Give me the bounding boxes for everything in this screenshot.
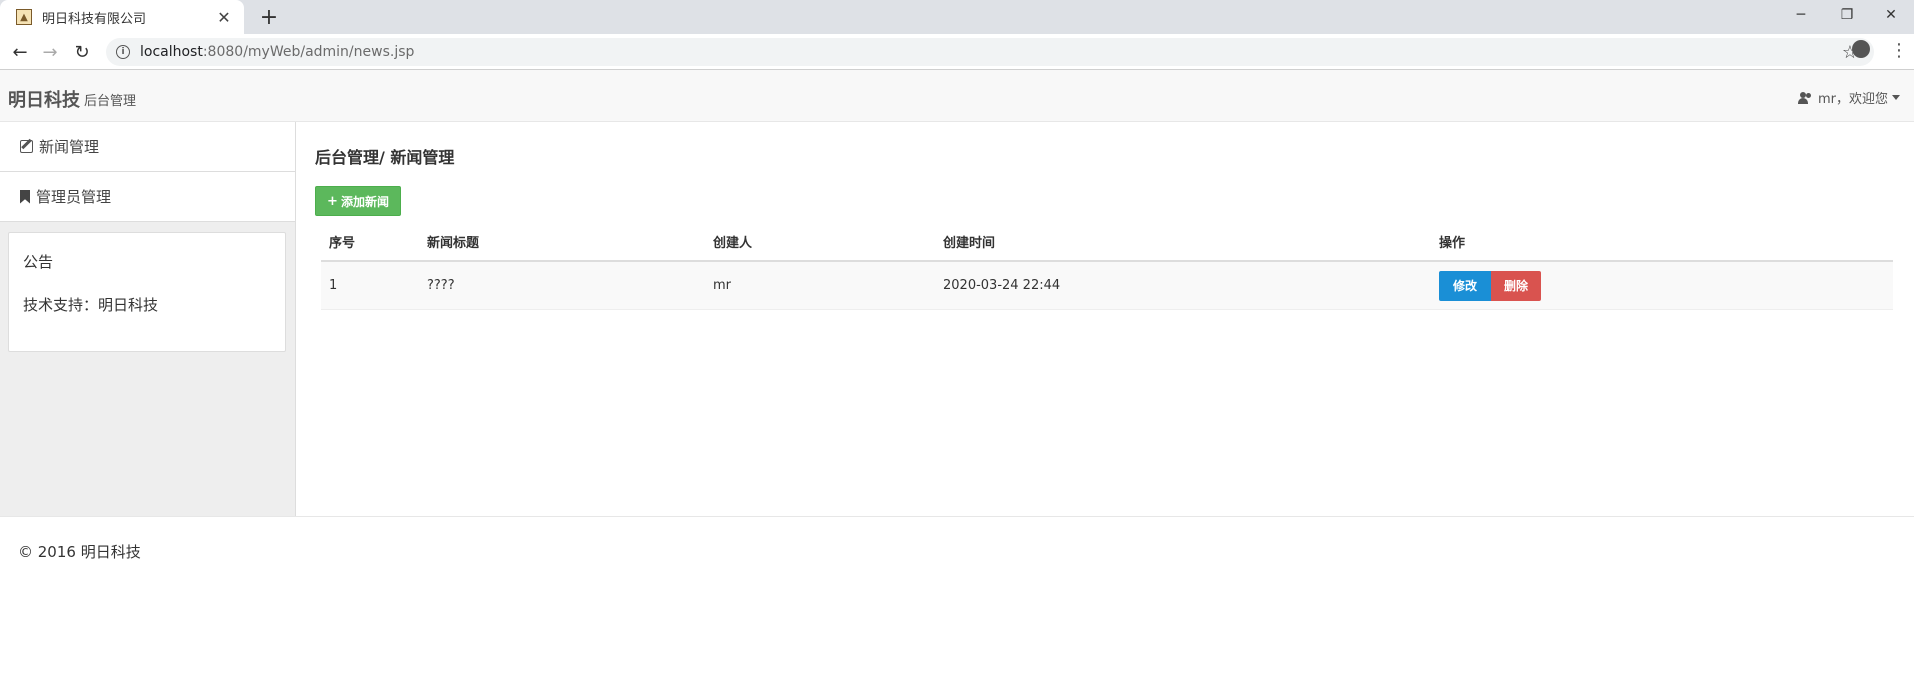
reload-icon[interactable]: ↻ bbox=[70, 40, 94, 64]
brand-subtitle: 后台管理 bbox=[84, 94, 137, 109]
delete-button[interactable]: 删除 bbox=[1491, 270, 1541, 301]
bookmark-icon bbox=[20, 189, 30, 204]
restore-icon[interactable]: ❐ bbox=[1824, 0, 1870, 30]
user-greeting: mr，欢迎您 bbox=[1817, 92, 1888, 107]
browser-toolbar: ← → ↻ i localhost:8080/myWeb/admin/news.… bbox=[0, 34, 1914, 70]
caret-down-icon bbox=[1892, 95, 1900, 100]
column-header: 操作 bbox=[1439, 235, 1466, 251]
column-header: 新闻标题 bbox=[427, 235, 480, 251]
brand-logo[interactable]: 明日科技 bbox=[8, 86, 80, 112]
users-icon bbox=[1797, 91, 1814, 104]
minimize-icon[interactable]: ─ bbox=[1778, 0, 1824, 30]
back-icon[interactable]: ← bbox=[8, 40, 32, 64]
edit-icon bbox=[20, 140, 33, 153]
table-header: 序号 新闻标题 创建人 创建时间 操作 bbox=[321, 222, 1893, 262]
address-bar[interactable]: i localhost:8080/myWeb/admin/news.jsp ☆ bbox=[106, 38, 1874, 66]
site-info-icon[interactable]: i bbox=[116, 45, 130, 59]
notice-title: 公告 bbox=[23, 253, 54, 271]
plus-icon: + bbox=[327, 193, 338, 209]
sidebar-item-label: 新闻管理 bbox=[39, 138, 100, 156]
sidebar-item-admins[interactable]: 管理员管理 bbox=[0, 172, 295, 222]
url-host: localhost bbox=[140, 44, 203, 60]
tab-close-icon[interactable]: ✕ bbox=[214, 7, 234, 27]
row-index: 1 bbox=[329, 278, 338, 293]
browser-menu-icon[interactable]: ⋮ bbox=[1890, 40, 1908, 61]
sidebar-item-label: 管理员管理 bbox=[36, 188, 112, 206]
notice-panel: 公告 技术支持：明日科技 bbox=[8, 232, 286, 352]
column-header: 序号 bbox=[329, 235, 356, 251]
add-news-label: 添加新闻 bbox=[340, 194, 389, 209]
add-news-button[interactable]: + 添加新闻 bbox=[315, 186, 401, 216]
footer: © 2016 明日科技 bbox=[0, 516, 1914, 686]
user-menu[interactable]: mr，欢迎您 bbox=[1797, 88, 1900, 107]
column-header: 创建时间 bbox=[943, 235, 996, 251]
row-creator: mr bbox=[713, 278, 732, 293]
page-title: 后台管理/ 新闻管理 bbox=[315, 148, 455, 167]
notice-text: 技术支持：明日科技 bbox=[23, 296, 159, 314]
site-navbar: 明日科技 后台管理 mr，欢迎您 bbox=[0, 70, 1914, 122]
tab-title: 明日科技有限公司 bbox=[42, 11, 147, 27]
sidebar-item-news[interactable]: 新闻管理 bbox=[0, 122, 295, 172]
account-icon[interactable] bbox=[1852, 40, 1870, 58]
forward-icon[interactable]: → bbox=[38, 40, 62, 64]
browser-tab[interactable]: ▲ 明日科技有限公司 ✕ bbox=[0, 0, 244, 34]
row-created: 2020-03-24 22:44 bbox=[943, 278, 1061, 293]
column-header: 创建人 bbox=[713, 235, 753, 251]
footer-copyright: © 2016 明日科技 bbox=[18, 543, 141, 561]
url-path: :8080/myWeb/admin/news.jsp bbox=[202, 44, 415, 60]
row-actions: 修改 删除 bbox=[1439, 270, 1541, 301]
close-window-icon[interactable]: ✕ bbox=[1868, 0, 1914, 30]
edit-button[interactable]: 修改 bbox=[1439, 270, 1491, 301]
row-title: ???? bbox=[427, 278, 455, 293]
new-tab-button[interactable]: + bbox=[256, 4, 282, 30]
main-content: 后台管理/ 新闻管理 + 添加新闻 序号 新闻标题 创建人 创建时间 操作 1 … bbox=[297, 122, 1914, 516]
site-favicon-icon: ▲ bbox=[16, 9, 32, 25]
table-row: 1 ???? mr 2020-03-24 22:44 修改 删除 bbox=[321, 262, 1893, 310]
sidebar: 新闻管理 管理员管理 公告 技术支持：明日科技 bbox=[0, 122, 296, 516]
news-table: 序号 新闻标题 创建人 创建时间 操作 1 ???? mr 2020-03-24… bbox=[321, 222, 1893, 310]
browser-tab-bar: ▲ 明日科技有限公司 ✕ + ─ ❐ ✕ bbox=[0, 0, 1914, 34]
